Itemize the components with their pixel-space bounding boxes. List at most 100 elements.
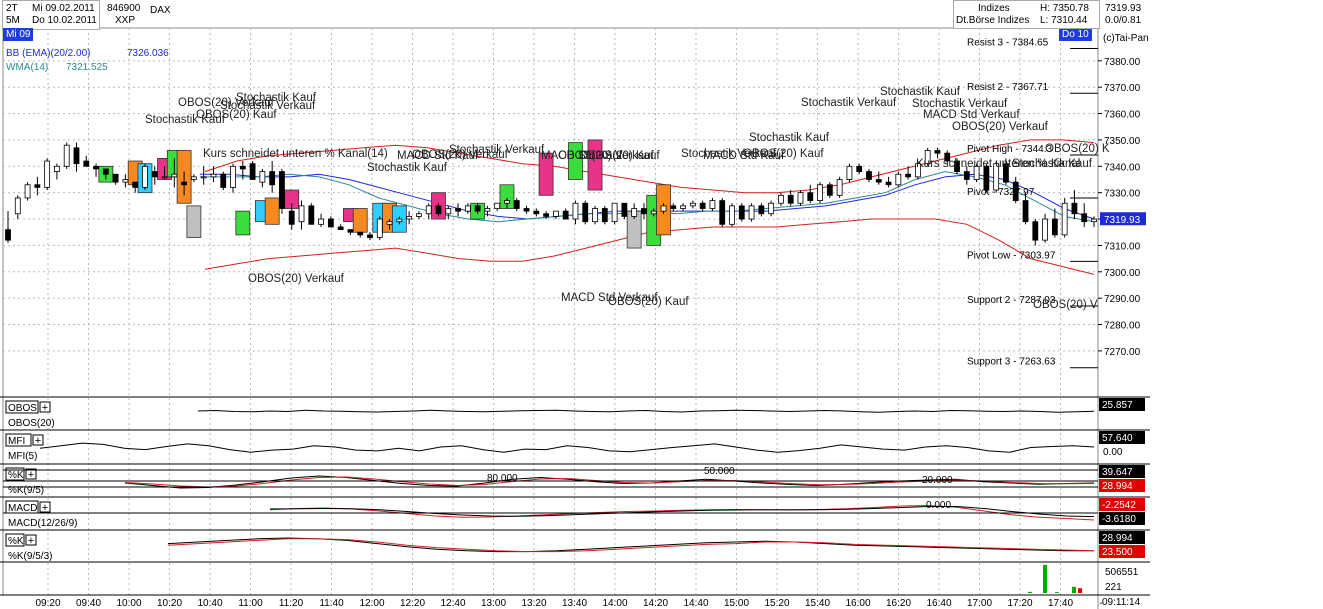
time-tick-label: 14:20 [643, 598, 668, 609]
candle-body [279, 172, 284, 209]
candle-body [632, 209, 637, 217]
candle-body [152, 172, 157, 177]
signal-label: OBOS(20) Verkauf [248, 273, 345, 285]
indicator-title: MFI [8, 436, 25, 447]
candle-body [524, 209, 529, 212]
candle-body [211, 174, 216, 177]
pivot-level-label: Pivot Low - 7303.97 [967, 250, 1056, 261]
time-tick-label: 12:00 [359, 598, 384, 609]
indicator-level-label: 50.000 [704, 466, 735, 477]
candle-body [368, 235, 373, 238]
candle-body [416, 214, 421, 217]
time-tick-label: 17:40 [1048, 598, 1073, 609]
candle-body [504, 201, 509, 204]
signal-label: OBOS(20) K [1045, 143, 1110, 155]
signal-label: Kurs schneidet unteren % Kanal(14) [203, 148, 388, 160]
candle-body [358, 232, 363, 235]
candle-body [172, 174, 177, 177]
volume-min-label: 221 [1105, 581, 1122, 594]
indicator-extra-value: 0.00 [1103, 447, 1123, 458]
candle-body [231, 166, 236, 187]
candle-body [142, 166, 147, 187]
candle-body [35, 185, 40, 188]
candle-body [593, 209, 598, 222]
y-tick-label: 7370.00 [1104, 83, 1141, 94]
candle-body [778, 195, 783, 203]
candle-body [681, 206, 686, 209]
candle-body [837, 179, 842, 195]
indicator-level-label: 80.000 [487, 473, 518, 484]
candle-body [602, 209, 607, 222]
bb-label: BB (EMA)(20/2.00) [6, 47, 90, 60]
candle-body [759, 206, 764, 214]
candle-body [1092, 219, 1097, 222]
volume-bar [1043, 565, 1047, 593]
indicator-line [40, 443, 1094, 452]
candle-body [45, 161, 50, 187]
candle-body [739, 206, 744, 219]
candle-body [387, 222, 392, 225]
indicator-subtitle: MFI(5) [8, 451, 37, 462]
time-tick-label: 11:40 [319, 598, 344, 609]
wma-value: 7321.525 [66, 61, 108, 74]
time-tick-label: 17:20 [1007, 598, 1032, 609]
candle-body [710, 201, 715, 209]
signal-box [187, 206, 201, 238]
y-tick-label: 7270.00 [1104, 347, 1141, 358]
y-tick-label: 7330.00 [1104, 189, 1141, 200]
indicator-title: OBOS [8, 403, 37, 414]
y-tick-label: 7280.00 [1104, 321, 1141, 332]
candle-body [289, 211, 294, 224]
candle-body [964, 172, 969, 180]
wma-label: WMA(14) [6, 61, 48, 74]
time-tick-label: 15:00 [724, 598, 749, 609]
expand-icon-glyph: + [42, 502, 48, 514]
signal-label: Stochastik Kauf [1012, 158, 1093, 170]
date-tag-right: Do 10 [1059, 28, 1092, 41]
candle-body [818, 185, 823, 201]
candle-body [456, 209, 461, 212]
signal-label: OBOS(20) Kauf [743, 148, 824, 160]
time-tick-label: 13:20 [521, 598, 546, 609]
signal-label: OBOS(20) Kauf [608, 296, 689, 308]
signal-label: OBOS(20) Verkauf [952, 121, 1049, 133]
signal-label: Stochastik Kauf [367, 162, 448, 174]
time-tick-label: 17:00 [967, 598, 992, 609]
candle-body [651, 211, 656, 214]
candle-body [749, 206, 754, 219]
candle-body [641, 209, 646, 214]
time-tick-label: 10:20 [157, 598, 182, 609]
candle-body [15, 198, 20, 214]
exchange-code: XXP [115, 14, 135, 27]
pivot-level-label: Resist 2 - 7367.71 [967, 82, 1049, 93]
period-2[interactable]: 5M [6, 14, 20, 27]
candle-body [495, 203, 500, 208]
candle-body [720, 201, 725, 225]
candle-body [6, 230, 11, 241]
candle-body [94, 166, 99, 169]
time-tick-label: 11:20 [279, 598, 304, 609]
signal-label: Stochastik Kauf [749, 132, 830, 144]
candle-body [622, 203, 627, 216]
candle-body [798, 193, 803, 204]
candle-body [935, 150, 940, 153]
candle-body [64, 145, 69, 166]
candle-body [182, 182, 187, 185]
y-tick-label: 7360.00 [1104, 110, 1141, 121]
time-tick-label: 16:00 [845, 598, 870, 609]
candle-body [407, 216, 412, 219]
time-tick-label: 12:40 [440, 598, 465, 609]
y-tick-label: 7340.00 [1104, 162, 1141, 173]
indicator-value: 25.857 [1102, 400, 1133, 411]
indicator-title: %K [8, 470, 24, 481]
candle-body [671, 206, 676, 209]
signal-label: Stochastik Kauf [880, 86, 961, 98]
candle-body [191, 177, 196, 180]
indicator-subtitle: MACD(12/26/9) [8, 518, 77, 529]
time-tick-label: 14:00 [602, 598, 627, 609]
pivot-level-label: Resist 3 - 7384.65 [967, 38, 1049, 49]
date-2: Do 10.02.2011 [32, 14, 97, 27]
time-tick-label: 13:00 [481, 598, 506, 609]
candle-body [769, 203, 774, 214]
signal-box [265, 198, 279, 224]
